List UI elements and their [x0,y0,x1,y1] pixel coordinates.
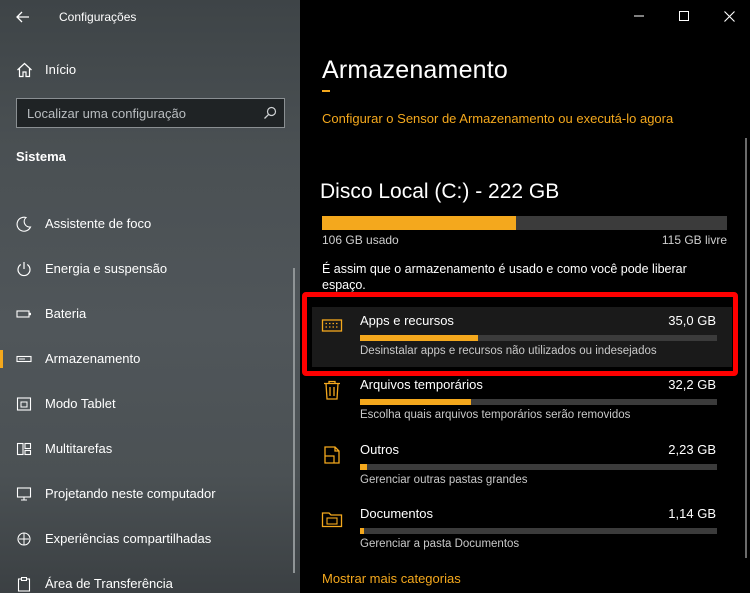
maximize-icon [679,11,689,21]
power-icon [17,262,31,277]
battery-icon [16,310,31,318]
storage-sense-link[interactable]: Configurar o Sensor de Armazenamento ou … [322,111,673,126]
search-icon [264,106,277,119]
disk-title: Disco Local (C:) - 222 GB [320,180,560,203]
category-description: Gerenciar outras pastas grandes [360,474,528,486]
folder-icon [321,512,343,528]
sidebar-item-label: Energia e suspensão [45,261,168,276]
category-size: 1,14 GB [668,506,716,521]
category-usage-fill [360,528,364,534]
title-bar: Configurações [0,0,300,34]
minimize-button[interactable] [628,6,650,26]
disk-usage-bar [322,216,727,230]
tablet-icon [16,397,32,411]
clipboard-icon [17,577,31,592]
minimize-icon [634,15,644,17]
back-arrow-icon [16,11,29,23]
category-description: Escolha quais arquivos temporários serão… [360,409,631,421]
category-usage-bar [360,528,717,534]
sidebar-item-label: Assistente de foco [45,216,152,231]
sidebar-item-label: Projetando neste computador [45,486,216,501]
sidebar-item-storage[interactable]: Armazenamento [0,341,296,377]
sidebar-item-label: Armazenamento [45,351,141,366]
sidebar-item-label: Multitarefas [45,441,113,456]
sidebar-item-tablet-mode[interactable]: Modo Tablet [0,386,296,422]
moon-icon [16,216,32,232]
home-icon [17,62,32,78]
show-more-categories-link[interactable]: Mostrar mais categorias [322,571,461,586]
category-name: Documentos [360,506,433,521]
category-usage-fill [360,399,471,405]
category-usage-fill [360,464,368,470]
page-title: Armazenamento [322,56,509,84]
multitasking-icon [16,442,32,456]
disk-used-label: 106 GB usado [322,233,399,247]
main-scrollbar[interactable] [745,138,747,558]
category-documents[interactable]: Documentos 1,14 GB Gerenciar a pasta Doc… [312,500,732,560]
app-title: Configurações [59,10,137,24]
document-icon [324,446,340,464]
category-name: Outros [360,442,400,457]
storage-description: É assim que o armazenamento é usado e co… [322,262,687,292]
sidebar-item-label: Bateria [45,306,87,321]
sidebar-item-multitasking[interactable]: Multitarefas [0,431,296,467]
trash-icon [324,380,340,400]
sidebar-item-label: Área de Transferência [45,576,173,591]
title-accent [322,90,330,92]
category-temporary-files[interactable]: Arquivos temporários 32,2 GB Escolha qua… [312,371,732,431]
sidebar-item-label: Modo Tablet [45,396,116,411]
category-size: 32,2 GB [668,377,716,392]
sidebar-item-projecting[interactable]: Projetando neste computador [0,476,296,512]
close-button[interactable] [718,6,740,26]
sidebar-item-shared-experiences[interactable]: Experiências compartilhadas [0,521,296,557]
disk-free-label: 115 GB livre [661,233,727,247]
category-description: Gerenciar a pasta Documentos [360,538,520,550]
disk-usage-fill [322,216,517,230]
sidebar-item-power-sleep[interactable]: Energia e suspensão [0,251,296,287]
sidebar-item-battery[interactable]: Bateria [0,296,296,332]
sidebar-item-home[interactable]: Início [0,54,300,86]
sidebar: Configurações Início Localizar uma confi… [0,0,300,593]
category-usage-bar [360,399,717,405]
maximize-button[interactable] [673,6,695,26]
projecting-icon [16,487,32,501]
sidebar-item-focus-assist[interactable]: Assistente de foco [0,206,296,242]
close-icon [723,10,735,22]
category-others[interactable]: Outros 2,23 GB Gerenciar outras pastas g… [312,436,732,496]
sidebar-scrollbar[interactable] [293,268,295,573]
home-label: Início [45,62,77,77]
section-title: Sistema [16,149,66,164]
selected-indicator [0,350,3,368]
category-size: 2,23 GB [668,442,716,457]
back-button[interactable] [10,5,36,29]
shared-experiences-icon [17,532,31,546]
category-name: Arquivos temporários [360,377,483,392]
search-input[interactable]: Localizar uma configuração [16,98,285,128]
category-usage-bar [360,464,717,470]
search-placeholder: Localizar uma configuração [27,106,186,121]
storage-icon [16,355,32,363]
sidebar-item-label: Experiências compartilhadas [45,531,212,546]
sidebar-item-clipboard[interactable]: Área de Transferência [0,566,296,593]
highlight-box [302,292,738,376]
